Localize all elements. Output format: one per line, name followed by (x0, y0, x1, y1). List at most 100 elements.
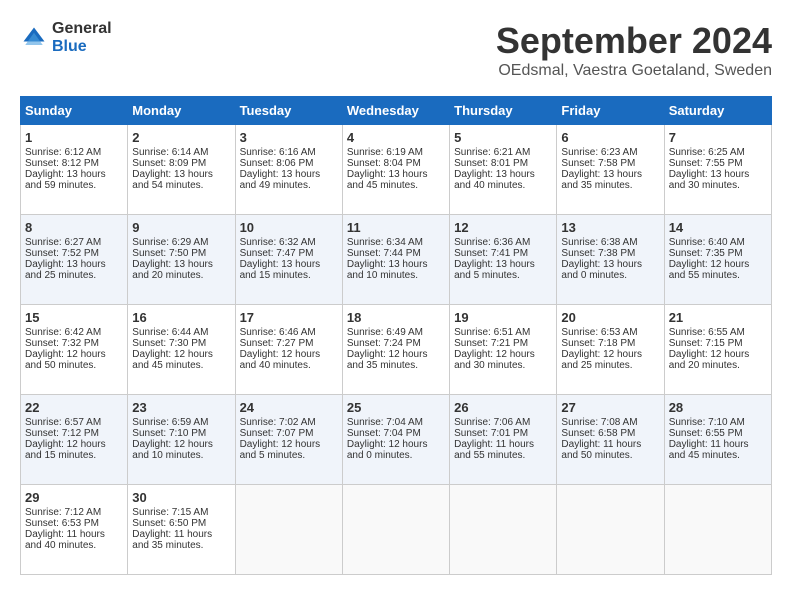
header-row: Sunday Monday Tuesday Wednesday Thursday… (21, 97, 772, 125)
sunrise-text: Sunrise: 6:32 AM (240, 237, 338, 248)
sunset-text: Sunset: 7:38 PM (561, 248, 659, 259)
sunset-text: Sunset: 8:09 PM (132, 158, 230, 169)
sunset-text: Sunset: 8:04 PM (347, 158, 445, 169)
sunset-text: Sunset: 7:21 PM (454, 338, 552, 349)
day-number: 21 (669, 310, 767, 325)
day-number: 27 (561, 400, 659, 415)
header-saturday: Saturday (664, 97, 771, 125)
daylight-text: Daylight: 12 hours and 45 minutes. (132, 349, 230, 371)
daylight-text: Daylight: 12 hours and 50 minutes. (25, 349, 123, 371)
day-number: 17 (240, 310, 338, 325)
calendar-cell: 12Sunrise: 6:36 AMSunset: 7:41 PMDayligh… (450, 215, 557, 305)
sunset-text: Sunset: 6:53 PM (25, 518, 123, 529)
header-monday: Monday (128, 97, 235, 125)
calendar-week-2: 8Sunrise: 6:27 AMSunset: 7:52 PMDaylight… (21, 215, 772, 305)
day-number: 18 (347, 310, 445, 325)
sunset-text: Sunset: 7:32 PM (25, 338, 123, 349)
calendar-cell: 21Sunrise: 6:55 AMSunset: 7:15 PMDayligh… (664, 305, 771, 395)
title-block: September 2024 OEdsmal, Vaestra Goetalan… (496, 20, 772, 80)
sunset-text: Sunset: 8:12 PM (25, 158, 123, 169)
calendar-cell (557, 485, 664, 575)
daylight-text: Daylight: 12 hours and 5 minutes. (240, 439, 338, 461)
daylight-text: Daylight: 13 hours and 49 minutes. (240, 169, 338, 191)
day-number: 22 (25, 400, 123, 415)
calendar-cell: 14Sunrise: 6:40 AMSunset: 7:35 PMDayligh… (664, 215, 771, 305)
sunrise-text: Sunrise: 6:21 AM (454, 147, 552, 158)
sunrise-text: Sunrise: 6:29 AM (132, 237, 230, 248)
sunrise-text: Sunrise: 6:51 AM (454, 327, 552, 338)
daylight-text: Daylight: 11 hours and 50 minutes. (561, 439, 659, 461)
daylight-text: Daylight: 12 hours and 40 minutes. (240, 349, 338, 371)
sunrise-text: Sunrise: 6:42 AM (25, 327, 123, 338)
calendar-cell: 16Sunrise: 6:44 AMSunset: 7:30 PMDayligh… (128, 305, 235, 395)
calendar-cell: 4Sunrise: 6:19 AMSunset: 8:04 PMDaylight… (342, 125, 449, 215)
calendar-cell: 7Sunrise: 6:25 AMSunset: 7:55 PMDaylight… (664, 125, 771, 215)
day-number: 28 (669, 400, 767, 415)
logo-general: General (52, 20, 112, 38)
calendar-cell: 17 Sunrise: 6:46 AMSunset: 7:27 PMDayligh… (235, 305, 342, 395)
logo: General Blue (20, 20, 112, 55)
day-number: 2 (132, 130, 230, 145)
day-number: 30 (132, 490, 230, 505)
header-wednesday: Wednesday (342, 97, 449, 125)
sunrise-text: Sunrise: 6:23 AM (561, 147, 659, 158)
sunrise-text: Sunrise: 7:10 AM (669, 417, 767, 428)
sunset-text: Sunset: 6:50 PM (132, 518, 230, 529)
calendar-cell: 11Sunrise: 6:34 AMSunset: 7:44 PMDayligh… (342, 215, 449, 305)
sunset-text: Sunset: 7:41 PM (454, 248, 552, 259)
calendar-week-4: 22Sunrise: 6:57 AMSunset: 7:12 PMDayligh… (21, 395, 772, 485)
day-number: 5 (454, 130, 552, 145)
calendar-cell: 27Sunrise: 7:08 AMSunset: 6:58 PMDayligh… (557, 395, 664, 485)
day-number: 15 (25, 310, 123, 325)
daylight-text: Daylight: 13 hours and 35 minutes. (561, 169, 659, 191)
sunrise-text: Sunrise: 7:04 AM (347, 417, 445, 428)
sunrise-text: Sunrise: 6:59 AM (132, 417, 230, 428)
page-header: General Blue September 2024 OEdsmal, Vae… (20, 20, 772, 80)
daylight-text: Daylight: 12 hours and 0 minutes. (347, 439, 445, 461)
sunset-text: Sunset: 7:52 PM (25, 248, 123, 259)
sunrise-text: Sunrise: 6:34 AM (347, 237, 445, 248)
sunset-text: Sunset: 7:04 PM (347, 428, 445, 439)
sunrise-text: Sunrise: 6:46 AM (240, 327, 338, 338)
daylight-text: Daylight: 12 hours and 35 minutes. (347, 349, 445, 371)
daylight-text: Daylight: 11 hours and 45 minutes. (669, 439, 767, 461)
calendar-cell: 19 Sunrise: 6:51 AMSunset: 7:21 PMDayligh… (450, 305, 557, 395)
sunset-text: Sunset: 7:55 PM (669, 158, 767, 169)
daylight-text: Daylight: 13 hours and 5 minutes. (454, 259, 552, 281)
day-number: 9 (132, 220, 230, 235)
day-number: 16 (132, 310, 230, 325)
day-number: 1 (25, 130, 123, 145)
calendar-cell: 2Sunrise: 6:14 AMSunset: 8:09 PMDaylight… (128, 125, 235, 215)
day-number: 26 (454, 400, 552, 415)
sunrise-text: Sunrise: 6:19 AM (347, 147, 445, 158)
sunset-text: Sunset: 7:10 PM (132, 428, 230, 439)
day-number: 19 (454, 310, 552, 325)
calendar-cell (450, 485, 557, 575)
sunset-text: Sunset: 7:24 PM (347, 338, 445, 349)
sunset-text: Sunset: 7:01 PM (454, 428, 552, 439)
sunrise-text: Sunrise: 6:12 AM (25, 147, 123, 158)
sunrise-text: Sunrise: 6:36 AM (454, 237, 552, 248)
daylight-text: Daylight: 13 hours and 40 minutes. (454, 169, 552, 191)
calendar-cell: 1Sunrise: 6:12 AMSunset: 8:12 PMDaylight… (21, 125, 128, 215)
sunset-text: Sunset: 8:06 PM (240, 158, 338, 169)
day-number: 7 (669, 130, 767, 145)
daylight-text: Daylight: 12 hours and 20 minutes. (669, 349, 767, 371)
sunset-text: Sunset: 7:18 PM (561, 338, 659, 349)
daylight-text: Daylight: 13 hours and 45 minutes. (347, 169, 445, 191)
calendar-cell: 5Sunrise: 6:21 AMSunset: 8:01 PMDaylight… (450, 125, 557, 215)
sunrise-text: Sunrise: 6:25 AM (669, 147, 767, 158)
calendar-cell: 30Sunrise: 7:15 AMSunset: 6:50 PMDayligh… (128, 485, 235, 575)
sunrise-text: Sunrise: 7:06 AM (454, 417, 552, 428)
calendar-week-5: 29Sunrise: 7:12 AMSunset: 6:53 PMDayligh… (21, 485, 772, 575)
day-number: 3 (240, 130, 338, 145)
daylight-text: Daylight: 13 hours and 20 minutes. (132, 259, 230, 281)
daylight-text: Daylight: 12 hours and 30 minutes. (454, 349, 552, 371)
day-number: 23 (132, 400, 230, 415)
sunset-text: Sunset: 7:27 PM (240, 338, 338, 349)
daylight-text: Daylight: 13 hours and 54 minutes. (132, 169, 230, 191)
sunrise-text: Sunrise: 7:15 AM (132, 507, 230, 518)
daylight-text: Daylight: 12 hours and 55 minutes. (669, 259, 767, 281)
sunset-text: Sunset: 7:07 PM (240, 428, 338, 439)
sunset-text: Sunset: 7:35 PM (669, 248, 767, 259)
